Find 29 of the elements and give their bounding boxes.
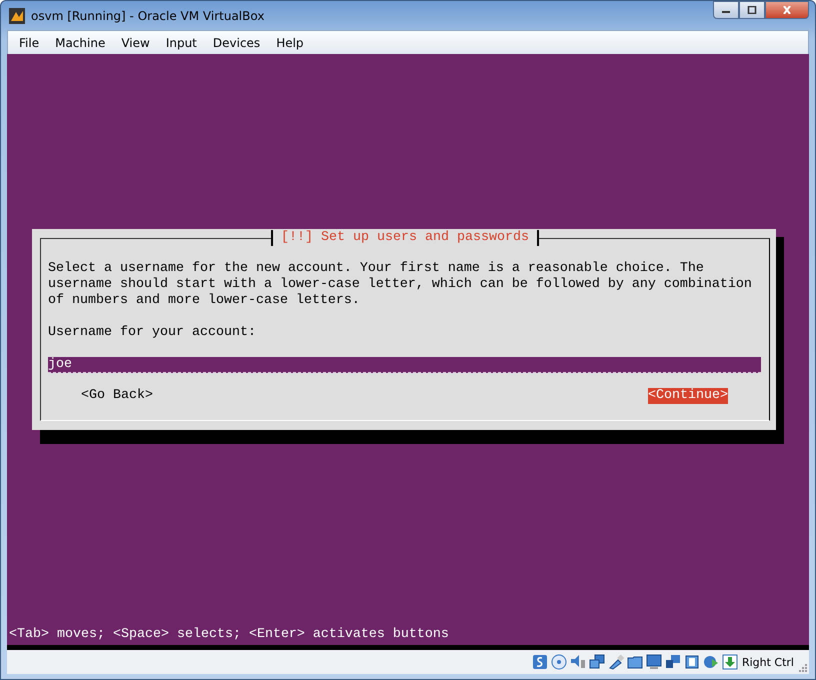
minimize-button[interactable]	[713, 1, 739, 19]
menu-item[interactable]: Input	[158, 36, 205, 50]
resize-grip-icon	[798, 663, 807, 672]
windows-icon[interactable]	[664, 654, 681, 670]
close-button[interactable]	[765, 1, 809, 19]
dialog-button[interactable]: <Continue>	[648, 388, 728, 404]
menu-item[interactable]: Help	[268, 36, 312, 50]
usb-icon[interactable]	[608, 654, 624, 670]
network-icon[interactable]	[588, 654, 605, 670]
close-icon	[782, 6, 792, 14]
menu-item[interactable]: Machine	[47, 36, 114, 50]
maximize-button[interactable]	[739, 1, 765, 19]
field-label: Username for your account:	[48, 325, 257, 341]
menu-item[interactable]: View	[113, 36, 158, 50]
display-icon[interactable]	[646, 654, 662, 670]
username-field[interactable]: joe	[48, 357, 761, 373]
host-key-label: Right Ctrl	[742, 656, 794, 668]
dialog-title: [!!] Set up users and passwords	[271, 230, 539, 246]
dialog-message: Select a username for the new account. Your first name is a reasonable choice. The username should start with a lower-case letter, which can be followed by any combination of numbers and more lower-case letters.	[48, 261, 753, 309]
maximize-icon	[747, 6, 757, 14]
window-title: osvm [Running] - Oracle VM VirtualBox	[31, 8, 266, 22]
menu-item[interactable]: Devices	[204, 36, 268, 50]
folder-icon[interactable]	[626, 654, 643, 670]
app-icon	[9, 8, 25, 24]
menu-item[interactable]: File	[11, 36, 48, 50]
key-hint: <Tab> moves; <Space> selects; <Enter> activates buttons	[8, 627, 450, 643]
dialog-button[interactable]: <Go Back>	[81, 388, 153, 404]
cd-icon[interactable]	[550, 654, 567, 670]
download-icon[interactable]	[722, 654, 738, 670]
